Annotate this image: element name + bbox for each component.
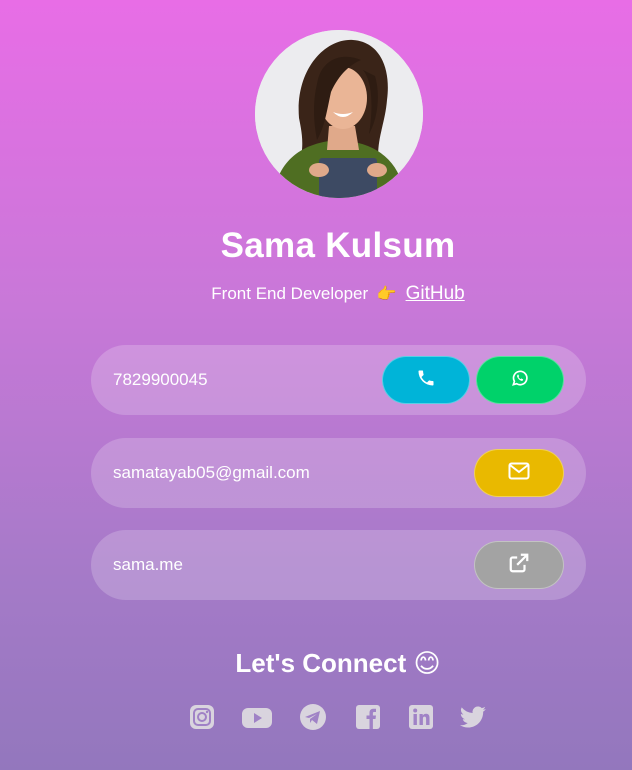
phone-number: 7829900045 — [113, 370, 208, 389]
profile-avatar — [255, 30, 423, 198]
email-button[interactable] — [474, 449, 564, 497]
github-link[interactable]: GitHub — [406, 283, 465, 304]
website-url: sama.me — [113, 555, 183, 574]
connect-heading: Let's Connect 😊 — [0, 648, 632, 679]
twitter-icon[interactable] — [458, 703, 488, 731]
connect-title: Let's Connect — [235, 648, 407, 678]
email-address: samatayab05@gmail.com — [113, 463, 310, 482]
call-button[interactable] — [382, 356, 470, 404]
website-row: sama.me — [91, 530, 586, 600]
profile-name: Sama Kulsum — [220, 226, 456, 265]
whatsapp-button[interactable] — [476, 356, 564, 404]
phone-row: 7829900045 — [91, 345, 586, 415]
profile-subtitle: Front End Developer 👉 GitHub — [0, 283, 632, 305]
pointing-hand-emoji: 👉 — [376, 286, 397, 303]
telegram-icon[interactable] — [299, 703, 327, 731]
smiley-emoji: 😊 — [413, 648, 441, 678]
email-row: samatayab05@gmail.com — [91, 438, 586, 508]
linkedin-icon[interactable] — [407, 703, 435, 731]
youtube-icon[interactable] — [241, 703, 273, 731]
facebook-icon[interactable] — [354, 703, 382, 731]
external-link-icon — [508, 552, 530, 579]
open-website-button[interactable] — [474, 541, 564, 589]
envelope-icon — [508, 462, 530, 485]
role-text: Front End Developer — [211, 284, 369, 303]
whatsapp-icon — [510, 368, 530, 393]
phone-icon — [416, 368, 436, 393]
instagram-icon[interactable] — [188, 703, 216, 731]
